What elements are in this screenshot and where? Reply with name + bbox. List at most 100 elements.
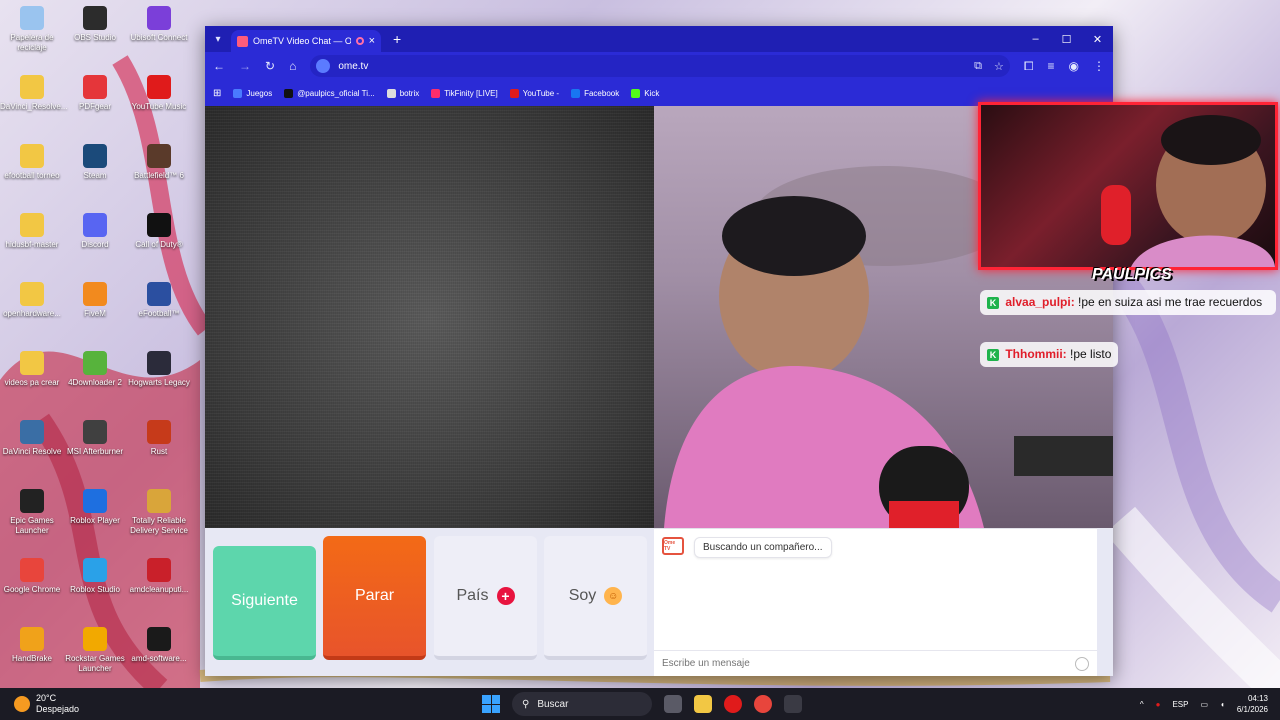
bookmark-star-icon[interactable]: ☆ — [994, 60, 1004, 73]
bookmark-item[interactable]: Facebook — [571, 88, 619, 98]
forward-button[interactable]: → — [239, 59, 251, 73]
bookmark-item[interactable]: botrix — [386, 88, 420, 98]
desktop-icon[interactable]: Battlefield™ 6 — [127, 144, 191, 181]
desktop-icon[interactable]: YouTube Music — [127, 75, 191, 112]
desktop-icon[interactable]: Hogwarts Legacy — [127, 351, 191, 388]
bookmark-item[interactable]: YouTube - — [509, 88, 559, 98]
emoji-icon[interactable] — [1075, 656, 1089, 671]
desktop-icon[interactable]: eFootball™ — [127, 282, 191, 319]
desktop-icon[interactable]: Roblox Player — [63, 489, 127, 526]
profile-avatar[interactable]: ◉ — [1069, 59, 1079, 73]
bookmark-item[interactable]: @paulpics_oficial Ti... — [284, 88, 375, 98]
app-icon — [147, 351, 171, 375]
tray-chevron-icon[interactable]: ^ — [1140, 700, 1144, 709]
tab-search-icon[interactable]: ▾ — [205, 26, 231, 52]
new-tab-button[interactable]: + — [393, 31, 401, 47]
site-info-icon[interactable] — [316, 59, 331, 73]
bookmark-item[interactable]: Kick — [631, 88, 659, 98]
desktop-icon[interactable]: HandBrake — [0, 627, 64, 664]
desktop-icon[interactable]: Rust — [127, 420, 191, 457]
app-icon — [147, 420, 171, 444]
task-view-icon[interactable] — [664, 695, 682, 713]
file-explorer-icon[interactable] — [694, 695, 712, 713]
gender-button[interactable]: Soy ☺ — [544, 536, 647, 660]
media-controls-icon[interactable]: ≡ — [1048, 59, 1055, 73]
system-tray: ^ ● ESP ▭ ◖ 04:13 6/1/2026 — [1140, 693, 1268, 715]
next-button[interactable]: Siguiente — [213, 546, 316, 660]
stop-button[interactable]: Parar — [323, 536, 426, 660]
chat-input-bar — [654, 650, 1097, 676]
network-icon[interactable]: ▭ — [1200, 700, 1208, 709]
desktop-icon[interactable]: Epic Games Launcher — [0, 489, 64, 536]
plus-icon: + — [496, 587, 515, 605]
bookmark-item[interactable]: Juegos — [233, 88, 272, 98]
desktop-icon-label: hidusbf-master — [5, 240, 59, 249]
bookmark-item[interactable]: TikFinity [LIVE] — [431, 88, 498, 98]
reload-button[interactable]: ↻ — [265, 59, 275, 73]
app-icon — [147, 282, 171, 306]
app-icon — [20, 489, 44, 513]
desktop-icon[interactable]: Papelera de reciclaje — [0, 6, 64, 53]
voicemeeter-icon[interactable] — [784, 695, 802, 713]
partner-video-static — [205, 106, 654, 528]
country-button[interactable]: País + — [434, 536, 537, 660]
desktop-icon-label: Battlefield™ 6 — [134, 171, 184, 180]
desktop-icon[interactable]: DaVinci_Resolve... — [0, 75, 67, 112]
desktop-icon[interactable]: PDFgear — [63, 75, 127, 112]
microphone-icon[interactable]: ● — [1156, 700, 1161, 709]
maximize-button[interactable]: ☐ — [1051, 26, 1082, 52]
bookmark-label: TikFinity [LIVE] — [444, 88, 498, 98]
windows-start-icon[interactable] — [482, 695, 500, 713]
desktop-icon[interactable]: 4Downloader 2 — [63, 351, 127, 388]
app-icon — [20, 558, 44, 582]
home-button[interactable]: ⌂ — [289, 59, 296, 73]
tab-ometv[interactable]: OmeTV Video Chat — Ome × — [231, 30, 381, 52]
address-bar[interactable]: ome.tv ⧉ ☆ — [310, 55, 1010, 77]
desktop-icon[interactable]: efootball torneo — [0, 144, 64, 181]
page-scrollbar[interactable] — [1097, 528, 1113, 676]
clock[interactable]: 04:13 6/1/2026 — [1237, 693, 1268, 715]
desktop-icon[interactable]: MSI Afterburner — [63, 420, 127, 457]
desktop-icon[interactable]: Ubisoft Connect — [127, 6, 191, 43]
desktop-icon[interactable]: DaVinci Resolve — [0, 420, 64, 457]
browser-titlebar: ▾ OmeTV Video Chat — Ome × + – ☐ ✕ — [205, 26, 1113, 52]
bookmark-label: @paulpics_oficial Ti... — [297, 88, 375, 98]
desktop-icon[interactable]: FiveM — [63, 282, 127, 319]
menu-kebab-icon[interactable]: ⋮ — [1093, 59, 1105, 73]
desktop-icon[interactable]: openhardware... — [0, 282, 64, 319]
app-icon — [83, 6, 107, 30]
tab-close-button[interactable]: × — [369, 35, 375, 47]
desktop-icon[interactable]: Roblox Studio — [63, 558, 127, 595]
volume-icon[interactable]: ◖ — [1220, 700, 1225, 709]
desktop-icon[interactable]: Google Chrome — [0, 558, 64, 595]
face-icon: ☺ — [604, 587, 623, 605]
back-button[interactable]: ← — [213, 59, 225, 73]
chat-status-message: Buscando un compañero... — [694, 537, 832, 558]
desktop-icon[interactable]: Rockstar Games Launcher — [63, 627, 127, 674]
youtube-music-icon[interactable] — [724, 695, 742, 713]
chrome-icon[interactable] — [754, 695, 772, 713]
taskbar-search[interactable]: ⚲ Buscar — [512, 692, 652, 716]
apps-grid-icon[interactable]: ⊞ — [213, 88, 221, 99]
message-input[interactable] — [662, 658, 1075, 669]
close-window-button[interactable]: ✕ — [1082, 26, 1113, 52]
desktop-icon[interactable]: Steam — [63, 144, 127, 181]
extensions-icon[interactable]: ⧠ — [1024, 59, 1034, 74]
desktop-icon[interactable]: amdcleanuputi... — [127, 558, 191, 595]
desktop-icon[interactable]: OBS Studio — [63, 6, 127, 43]
desktop-icon[interactable]: videos pa crear — [0, 351, 64, 388]
bookmark-favicon-icon — [431, 88, 441, 98]
install-app-icon[interactable]: ⧉ — [974, 60, 982, 73]
desktop-icon[interactable]: Totally Reliable Delivery Service — [127, 489, 191, 536]
app-icon — [20, 282, 44, 306]
desktop-icon[interactable]: hidusbf-master — [0, 213, 64, 250]
desktop-icon[interactable]: amd-software... — [127, 627, 191, 664]
desktop-icon[interactable]: Discord — [63, 213, 127, 250]
minimize-button[interactable]: – — [1020, 26, 1051, 52]
overlay-chat-text: !pe en suiza asi me trae recuerdos — [1078, 295, 1263, 309]
desktop-icon[interactable]: Call of Duty® — [127, 213, 191, 250]
language-indicator[interactable]: ESP — [1172, 700, 1188, 709]
bookmark-label: botrix — [399, 88, 420, 98]
weather-widget[interactable]: 20°C Despejado — [0, 693, 200, 715]
chat-panel: Ome TV Buscando un compañero... — [654, 528, 1097, 676]
